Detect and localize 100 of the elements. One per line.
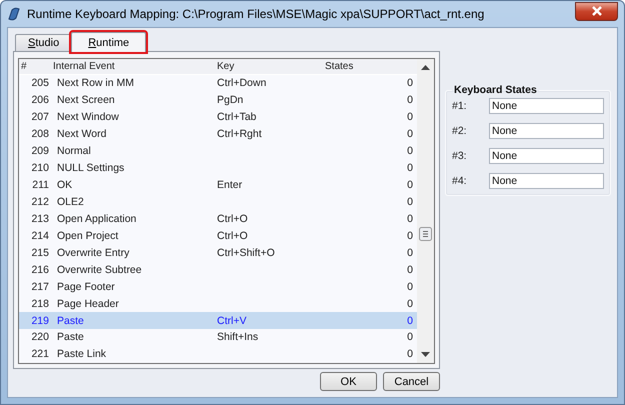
table-row[interactable]: 219 Paste Ctrl+V 0 [19, 312, 417, 330]
states-cell-text: 0 [406, 145, 414, 158]
scrollbar[interactable] [417, 59, 434, 363]
states-cell-text: 0 [406, 314, 414, 327]
table-row[interactable]: 206 Next Screen PgDn 0 [19, 92, 417, 109]
dialog-button[interactable]: OK [320, 372, 377, 391]
key-cell-text: Ctrl+V [217, 314, 248, 327]
event-cell-text: Next Screen [56, 94, 116, 106]
state-field[interactable]: None [489, 173, 604, 189]
states-cell-text: 0 [406, 230, 414, 242]
row-number: 221 [30, 348, 50, 360]
dialog-button[interactable]: Cancel [383, 372, 440, 391]
row-number: 206 [30, 94, 50, 106]
close-button[interactable] [575, 2, 618, 20]
states-cell-text: 0 [406, 331, 414, 344]
event-cell-text: OK [56, 179, 74, 192]
scroll-up-icon[interactable] [421, 65, 430, 70]
group-title: Keyboard States [453, 84, 538, 96]
states-cell-text: 0 [406, 212, 414, 225]
table-row[interactable]: 208 Next Word Ctrl+Rght 0 [19, 126, 417, 143]
event-cell-text: Paste [56, 314, 85, 327]
table-row[interactable]: 207 Next Window Ctrl+Tab 0 [19, 108, 417, 126]
row-number: 212 [30, 196, 50, 208]
scroll-thumb[interactable] [419, 227, 432, 241]
states-cell-text: 0 [406, 128, 414, 140]
key-cell-text: Ctrl+Rght [217, 128, 263, 140]
states-cell-text: 0 [406, 94, 414, 106]
row-number: 215 [30, 246, 50, 259]
states-cell-text: 0 [406, 298, 414, 310]
event-cell-text: Next Window [56, 111, 120, 124]
event-cell-text: Next Word [56, 128, 108, 140]
states-cell-text: 0 [406, 77, 414, 90]
table-row[interactable]: 215 Overwrite Entry Ctrl+Shift+O 0 [19, 244, 417, 262]
event-cell-text: Overwrite Subtree [56, 264, 143, 276]
field-label: #3: [452, 150, 468, 162]
table-row[interactable]: 216 Overwrite Subtree 0 [19, 261, 417, 278]
close-icon [590, 6, 602, 16]
event-cell-text: Normal [56, 145, 92, 158]
table-row[interactable]: 205 Next Row in MM Ctrl+Down 0 [19, 74, 417, 92]
row-number: 209 [30, 145, 50, 158]
table-row[interactable]: 213 Open Application Ctrl+O 0 [19, 210, 417, 228]
states-cell-text: 0 [406, 280, 414, 293]
row-number: 216 [30, 264, 50, 276]
row-number: 220 [30, 331, 50, 344]
window-title: Runtime Keyboard Mapping: C:\Program Files\MSE\Magic xpa\SUPPORT\act_rnt.eng [27, 7, 484, 21]
key-cell-text: Ctrl+Down [217, 77, 268, 90]
tab[interactable]: Runtime [71, 32, 146, 52]
states-cell-text: 0 [406, 264, 414, 276]
row-number: 208 [30, 128, 50, 140]
row-number: 214 [30, 230, 50, 242]
table-row[interactable]: 218 Page Header 0 [19, 295, 417, 312]
field-label: #2: [452, 125, 468, 137]
event-cell-text: Paste Link [56, 348, 108, 360]
row-number: 217 [30, 280, 50, 293]
table-row[interactable]: 209 Normal 0 [19, 142, 417, 160]
event-cell-text: Next Row in MM [56, 77, 136, 90]
state-field[interactable]: None [489, 98, 604, 114]
key-cell-text: Ctrl+O [217, 212, 249, 225]
key-cell-text: Enter [217, 179, 244, 192]
event-cell-text: Paste [56, 331, 85, 344]
event-cell-text: Open Project [56, 230, 120, 242]
column-header[interactable]: States [325, 60, 417, 72]
table-row[interactable]: 220 Paste Shift+Ins 0 [19, 329, 417, 346]
column-header[interactable]: # [19, 60, 53, 72]
table-row[interactable]: 210 NULL Settings 0 [19, 160, 417, 177]
event-cell-text: NULL Settings [56, 162, 126, 174]
table-row[interactable]: 214 Open Project Ctrl+O 0 [19, 227, 417, 244]
table-row[interactable]: 217 Page Footer 0 [19, 278, 417, 296]
row-number: 211 [31, 179, 50, 192]
event-cell-text: Page Footer [56, 280, 116, 293]
key-cell-text: PgDn [217, 94, 244, 106]
column-header[interactable]: Internal Event [53, 60, 217, 72]
event-cell-text: Page Header [56, 298, 120, 310]
key-cell-text: Shift+Ins [217, 331, 260, 344]
key-cell-text: Ctrl+Shift+O [217, 246, 276, 259]
key-cell-text: Ctrl+Tab [217, 111, 258, 124]
table-row[interactable]: 211 OK Enter 0 [19, 176, 417, 194]
row-number: 207 [30, 111, 50, 124]
table-row[interactable]: 221 Paste Link 0 [19, 346, 417, 363]
state-field[interactable]: None [489, 123, 604, 139]
column-header[interactable]: Key [217, 60, 325, 72]
scroll-down-icon[interactable] [421, 352, 430, 357]
event-cell-text: Overwrite Entry [56, 246, 130, 259]
row-number: 218 [30, 298, 50, 310]
table-row[interactable]: 212 OLE2 0 [19, 194, 417, 210]
states-cell-text: 0 [406, 111, 414, 124]
field-label: #1: [452, 100, 468, 112]
event-cell-text: Open Application [56, 212, 138, 225]
states-cell-text: 0 [406, 246, 414, 259]
row-number: 205 [30, 77, 50, 90]
event-cell-text: OLE2 [56, 196, 85, 208]
state-field[interactable]: None [489, 148, 604, 164]
app-icon [7, 7, 21, 21]
row-number: 213 [30, 212, 50, 225]
states-cell-text: 0 [406, 179, 414, 192]
states-cell-text: 0 [406, 348, 414, 360]
states-cell-text: 0 [406, 196, 414, 208]
field-label: #4: [452, 175, 468, 187]
states-cell-text: 0 [406, 162, 414, 174]
row-number: 219 [30, 314, 50, 327]
